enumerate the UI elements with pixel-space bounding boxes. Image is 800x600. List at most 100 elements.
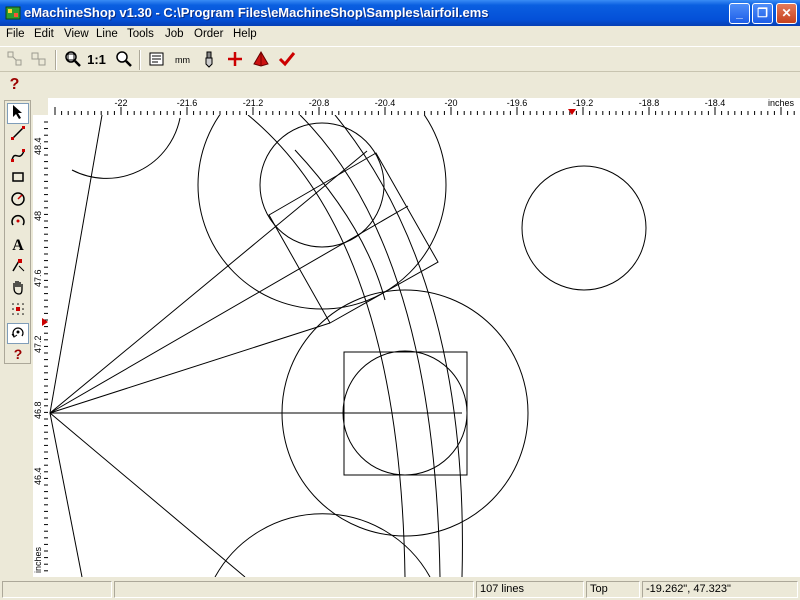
zoom-1to1-button[interactable]: 1:1	[86, 50, 107, 70]
text-tool-icon: A	[12, 237, 24, 254]
rectangle-icon	[12, 172, 24, 182]
toolbar-separator	[139, 50, 141, 70]
pyramid-icon	[252, 51, 269, 67]
maximize-button[interactable]: ❐	[752, 3, 773, 24]
origin-button[interactable]	[224, 50, 245, 70]
window-title: eMachineShop v1.30 - C:\Program Files\eM…	[24, 5, 489, 20]
zoom-fit-button[interactable]	[62, 50, 83, 70]
ruler-x-label: -20.4	[374, 98, 396, 108]
toolbar-separator	[55, 50, 57, 70]
ungroup-icon	[31, 52, 45, 66]
edge-line-lower	[49, 412, 83, 577]
grid-snap-icon	[12, 303, 24, 315]
partial-circle-bottom	[214, 513, 431, 577]
3d-view-button[interactable]	[250, 50, 271, 70]
crosshair-icon	[227, 52, 242, 66]
vertical-ruler: 48.4 48 47.6 47.2 46.8 46.4 inches	[33, 115, 48, 577]
horizontal-ruler-ticks	[54, 107, 795, 115]
arc-icon	[11, 215, 25, 226]
ruler-y-unit: inches	[33, 546, 43, 573]
units-button[interactable]: mm	[172, 50, 193, 70]
properties-button[interactable]	[146, 50, 167, 70]
ruler-x-label: -20	[444, 98, 458, 108]
ruler-x-label: -21.2	[242, 98, 264, 108]
rotate-tool[interactable]	[7, 323, 29, 344]
ruler-x-label: -18.4	[704, 98, 726, 108]
curve-tool[interactable]	[7, 147, 29, 168]
line-tool[interactable]	[7, 125, 29, 146]
drill-bit-icon	[205, 51, 212, 68]
minimize-icon: _	[736, 6, 743, 20]
group-button[interactable]	[4, 50, 25, 70]
status-coordinates: -19.262", 47.323"	[642, 581, 798, 598]
status-bar: 107 lines Top -19.262", 47.323"	[0, 579, 800, 600]
curve-icon	[11, 149, 25, 162]
circle-tool[interactable]	[7, 191, 29, 212]
airfoil-drawing	[49, 115, 647, 577]
text-tool[interactable]: A	[7, 235, 29, 256]
check-button[interactable]	[276, 50, 297, 70]
ruler-x-label: -19.6	[506, 98, 528, 108]
select-tool[interactable]	[7, 103, 29, 124]
drawing-canvas[interactable]	[48, 115, 800, 577]
status-pane-message	[2, 581, 112, 598]
airfoil-arc-short	[294, 149, 386, 301]
ruler-x-label: -21.6	[176, 98, 198, 108]
menu-view[interactable]: View	[64, 28, 89, 40]
help-question-button[interactable]: ?	[4, 75, 25, 95]
rotate-icon	[11, 327, 24, 338]
ruler-y-label: 48	[33, 210, 43, 221]
menu-bar: File Edit View Line Tools Job Order Help	[0, 26, 800, 45]
node-edit-tool[interactable]	[7, 257, 29, 278]
help-toolbar: ?	[0, 72, 800, 98]
pan-tool[interactable]	[7, 279, 29, 300]
line-icon	[11, 126, 25, 140]
menu-help[interactable]: Help	[233, 28, 257, 40]
ruler-y-label: 46.4	[33, 467, 43, 485]
palette-help-button[interactable]: ?	[7, 344, 29, 365]
ruler-y-label: 48.4	[33, 137, 43, 155]
group-icon	[7, 51, 21, 66]
ruler-y-label: 47.2	[33, 335, 43, 353]
minimize-button[interactable]: _	[729, 3, 750, 24]
partial-circle-top-left	[71, 117, 181, 179]
airfoil-arc-outer	[334, 115, 463, 577]
title-bar[interactable]: eMachineShop v1.30 - C:\Program Files\eM…	[0, 0, 800, 26]
isolated-circle	[521, 165, 647, 291]
circle-icon	[11, 192, 25, 206]
fan-line	[49, 150, 368, 414]
ruler-y-label: 46.8	[33, 401, 43, 419]
edge-line-upper	[49, 115, 103, 414]
menu-job[interactable]: Job	[165, 28, 184, 40]
fan-line	[49, 322, 331, 414]
close-button[interactable]: ✕	[776, 3, 797, 24]
ungroup-button[interactable]	[28, 50, 49, 70]
magnifier-icon	[115, 51, 132, 67]
edge-line-lower	[49, 412, 246, 577]
menu-edit[interactable]: Edit	[34, 28, 54, 40]
units-label: mm	[175, 55, 190, 65]
question-icon: ?	[9, 76, 20, 93]
node-edit-icon	[12, 259, 25, 272]
menu-line[interactable]: Line	[96, 28, 118, 40]
status-line-count: 107 lines	[476, 581, 584, 598]
ruler-x-label: -22	[114, 98, 128, 108]
tool-palette: A ?	[4, 100, 31, 364]
zoom-button[interactable]	[113, 50, 134, 70]
arc-tool[interactable]	[7, 213, 29, 234]
menu-order[interactable]: Order	[194, 28, 223, 40]
ruler-x-label: -18.8	[638, 98, 660, 108]
ruler-y-label: 47.6	[33, 269, 43, 287]
tool-bit-button[interactable]	[198, 50, 219, 70]
zoom-fit-icon	[64, 51, 81, 67]
menu-tools[interactable]: Tools	[127, 28, 154, 40]
close-icon: ✕	[781, 6, 792, 20]
grid-snap-tool[interactable]	[7, 301, 29, 322]
question-icon: ?	[13, 346, 23, 362]
properties-icon	[149, 52, 163, 66]
hand-icon	[13, 281, 23, 295]
maximize-icon: ❐	[757, 6, 768, 20]
rectangle-tool[interactable]	[7, 169, 29, 190]
menu-file[interactable]: File	[6, 28, 25, 40]
horizontal-ruler: -22 -21.6 -21.2 -20.8 -20.4 -20 -19.6 -1…	[48, 98, 800, 115]
